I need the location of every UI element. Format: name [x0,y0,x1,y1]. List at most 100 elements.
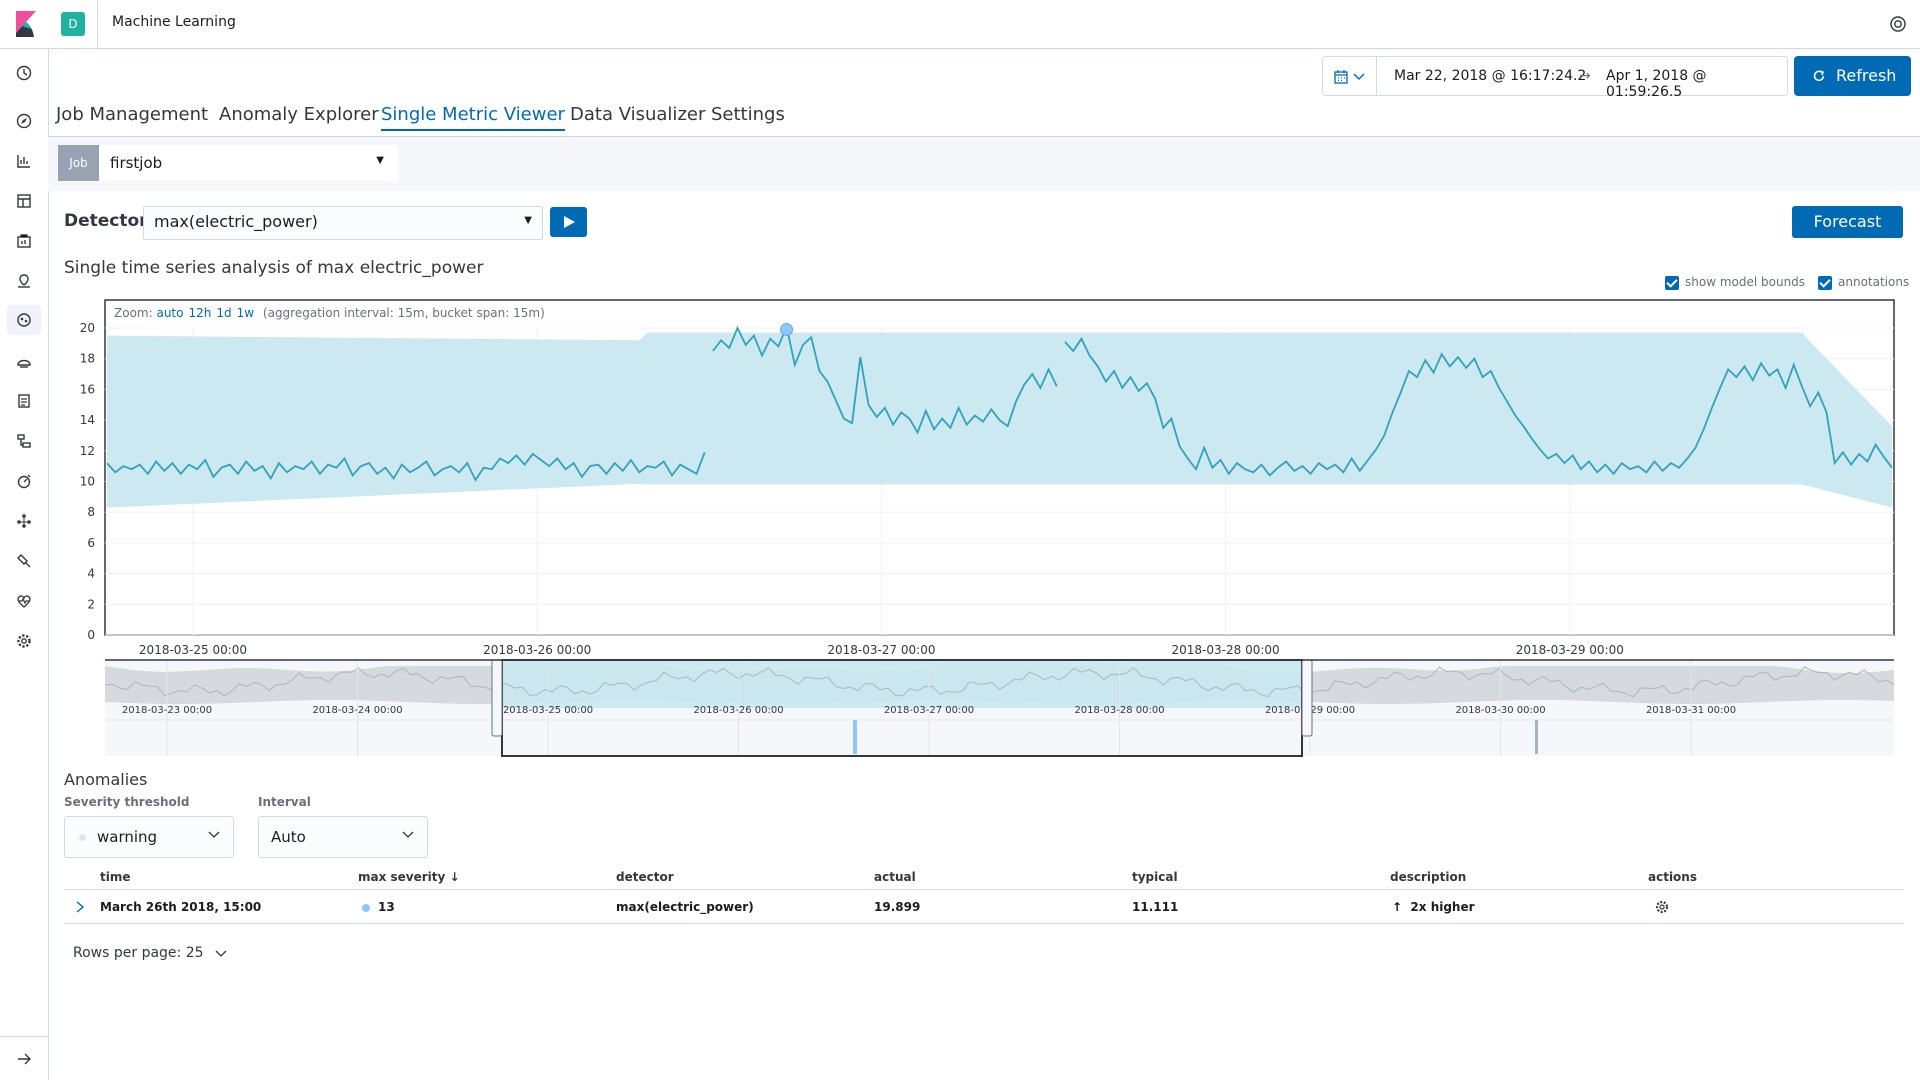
gear-icon[interactable] [1654,899,1670,915]
arrow-up-icon: ↑ [1392,900,1403,914]
detector-select[interactable]: max(electric_power) ▼ [143,206,543,240]
canvas-icon[interactable] [14,231,34,251]
y-tick-label: 8 [87,505,95,519]
start-date[interactable]: Mar 22, 2018 @ 16:17:24.2 [1394,68,1586,84]
severity-dot-icon [362,903,370,912]
col-typical[interactable]: typical [1132,870,1178,884]
context-tick-label: 2018-03-26 00:00 [693,705,783,716]
aggregation-info: (aggregation interval: 15m, bucket span:… [262,306,545,320]
row-severity: 13 [362,900,395,914]
zoom-controls: Zoom: auto 12h 1d 1w (aggregation interval:… [114,306,545,320]
compass-icon[interactable] [14,111,34,131]
job-value: firstjob [110,154,163,172]
anomaly-marker [780,323,794,337]
chevron-down-icon [215,950,227,957]
swimlane-mark [1535,720,1538,754]
y-tick-label: 10 [80,475,95,489]
col-description[interactable]: description [1390,870,1466,884]
rows-per-page-button[interactable]: Rows per page: 25 [73,945,228,961]
col-max-severity-label: max severity [358,870,446,884]
col-actual[interactable]: actual [874,870,916,884]
chart-svg: 0 2 4 6 8 10 12 14 16 18 20 2018-03-25 00:00 2018-03… [80,299,1895,757]
zoom-auto[interactable]: auto [156,306,183,320]
severity-dot-icon [79,834,86,841]
single-metric-chart[interactable]: 0 2 4 6 8 10 12 14 16 18 20 2018-03-25 00:00 2018-03… [60,298,1900,758]
x-tick-label: 2018-03-26 00:00 [483,643,591,657]
context-selected-band [497,660,1307,708]
play-icon [564,216,575,228]
checkbox-checked-icon [1665,275,1679,290]
row-time: March 26th 2018, 15:00 [100,900,262,914]
expand-row-icon[interactable] [74,900,86,914]
apply-detector-button[interactable] [550,207,587,237]
context-tick-label: 2018-03-30 00:00 [1455,705,1545,716]
expand-nav-icon[interactable] [14,1049,34,1069]
logs-icon[interactable] [14,391,34,411]
checkbox-checked-icon [1818,275,1832,290]
apm-icon[interactable] [14,431,34,451]
machine-learning-icon [17,313,31,327]
divider [97,0,98,48]
tab-settings[interactable]: Settings [711,104,785,125]
infrastructure-icon[interactable] [14,351,34,371]
dev-tools-icon[interactable] [14,551,34,571]
ml-nav-active[interactable] [7,305,41,335]
y-tick-label: 0 [87,628,95,642]
col-max-severity[interactable]: max severity ↓ [358,870,460,884]
calendar-icon [1334,70,1348,84]
kibana-logo-icon[interactable] [13,11,39,37]
y-tick-label: 6 [87,536,95,550]
col-detector[interactable]: detector [616,870,674,884]
row-typical: 11.111 [1132,900,1179,914]
visualize-icon[interactable] [14,151,34,171]
chevron-down-icon [402,831,414,838]
nav-footer [0,1036,48,1081]
sort-down-icon: ↓ [449,870,460,884]
dashboard-icon[interactable] [14,191,34,211]
context-tick-label: 2018-03-31 00:00 [1646,705,1736,716]
refresh-button[interactable]: Refresh [1794,56,1911,96]
y-tick-label: 4 [87,567,95,581]
interval-label: Interval [258,795,311,809]
tab-data-visualizer[interactable]: Data Visualizer [570,104,705,125]
tab-job-management[interactable]: Job Management [56,104,208,125]
job-select[interactable]: Job firstjob ▼ [58,145,398,181]
show-model-bounds-checkbox[interactable]: show model bounds [1665,275,1805,290]
clock-icon[interactable] [14,63,34,83]
detector-value: max(electric_power) [154,212,318,231]
annotations-checkbox[interactable]: annotations [1818,275,1909,290]
range-arrow-icon: → [1579,68,1591,84]
severity-value: warning [97,828,158,846]
end-date[interactable]: Apr 1, 2018 @ 01:59:26.5 [1606,68,1787,100]
help-icon[interactable] [1888,14,1908,34]
tab-single-metric-viewer[interactable]: Single Metric Viewer [381,104,565,131]
row-description: ↑ 2x higher [1392,900,1475,914]
top-bar: D Machine Learning [0,0,1920,49]
zoom-label: Zoom: [114,306,153,320]
monitoring-icon[interactable] [14,591,34,611]
uptime-icon[interactable] [14,471,34,491]
caret-down-icon: ▼ [524,215,532,226]
tab-anomaly-explorer[interactable]: Anomaly Explorer [219,104,379,125]
chevron-down-icon [1353,73,1365,80]
table-divider [64,923,1904,924]
interval-select[interactable]: Auto [258,816,428,858]
context-tick-label: 2018-03-27 00:00 [884,705,974,716]
annotations-label: annotations [1838,275,1910,289]
severity-select[interactable]: warning [64,816,234,858]
forecast-button[interactable]: Forecast [1792,206,1903,238]
context-tick-label: 2018-03-24 00:00 [312,705,402,716]
x-tick-label: 2018-03-25 00:00 [139,643,247,657]
chart-title: Single time series analysis of max elect… [64,258,484,278]
col-time[interactable]: time [100,870,131,884]
anomalies-title: Anomalies [64,770,148,789]
graph-icon[interactable] [14,511,34,531]
zoom-12h[interactable]: 12h [188,306,211,320]
management-gear-icon[interactable] [14,631,34,651]
zoom-1d[interactable]: 1d [216,306,231,320]
maps-icon[interactable] [14,271,34,291]
zoom-1w[interactable]: 1w [237,306,254,320]
time-picker: Mar 22, 2018 @ 16:17:24.2 → Apr 1, 2018 … [1322,56,1788,100]
space-avatar[interactable]: D [61,12,85,36]
quick-menu-button[interactable] [1323,57,1377,95]
